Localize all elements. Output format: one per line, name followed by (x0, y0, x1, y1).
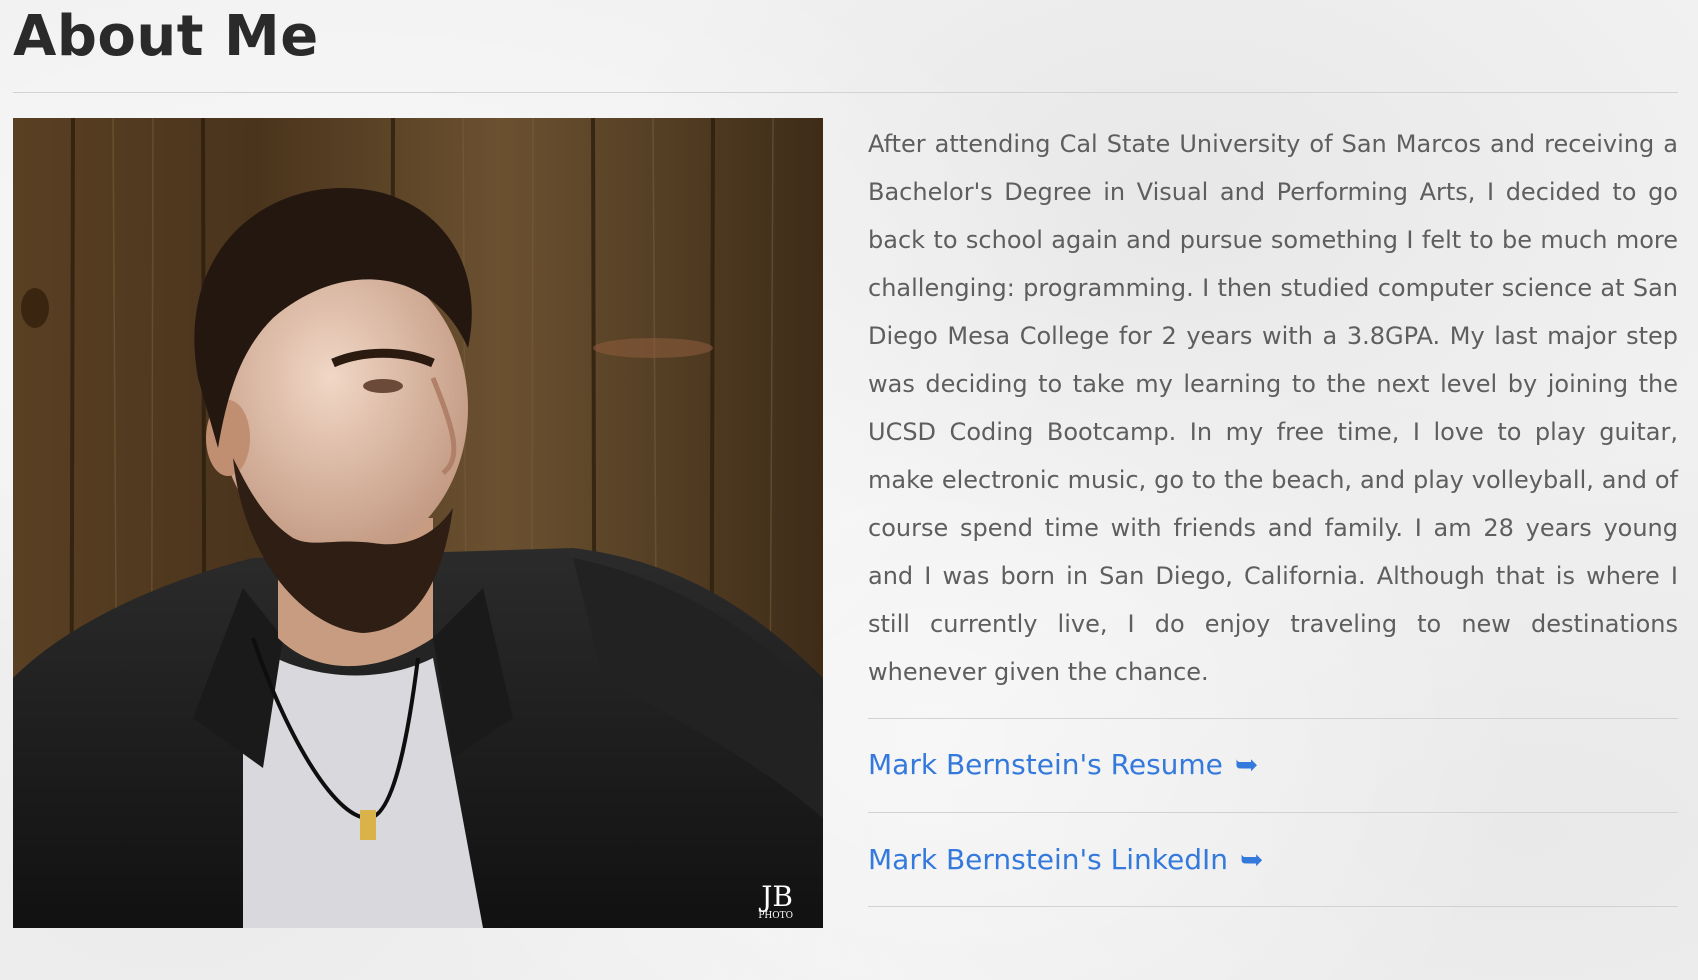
page-title: About Me (13, 4, 319, 69)
bio-paragraph: After attending Cal State University of … (868, 130, 1678, 686)
divider-bottom (868, 906, 1678, 907)
divider-above-resume (868, 718, 1678, 719)
divider-above-linkedin (868, 812, 1678, 813)
linkedin-link-label: Mark Bernstein's LinkedIn (868, 843, 1228, 876)
resume-link-label: Mark Bernstein's Resume (868, 748, 1223, 781)
watermark-logo: JB (758, 880, 793, 913)
profile-photo: JB PHOTO (13, 118, 823, 928)
arrow-right-icon: ➥ (1234, 748, 1259, 781)
resume-link[interactable]: Mark Bernstein's Resume ➥ (868, 745, 1258, 785)
arrow-right-icon: ➥ (1240, 843, 1264, 876)
title-divider (13, 92, 1678, 93)
linkedin-link[interactable]: Mark Bernstein's LinkedIn ➥ (868, 840, 1263, 880)
watermark-sub: PHOTO (758, 911, 793, 921)
